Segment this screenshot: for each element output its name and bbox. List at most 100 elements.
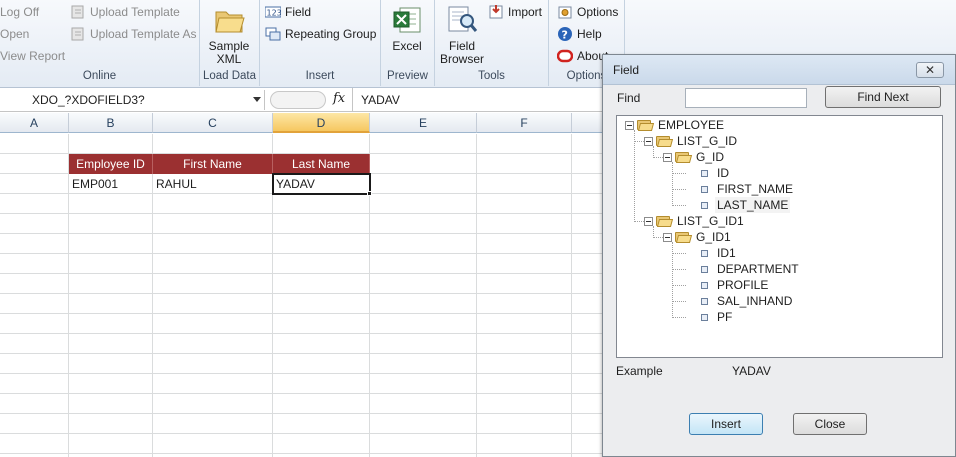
tree-line [672,317,686,318]
field-browser-text: Field Browser [439,39,484,66]
tree-leaf-id[interactable]: ID [701,165,731,181]
tree-node-label: LIST_G_ID1 [677,214,744,228]
group-insert-label: Insert [305,70,335,82]
folder-icon [637,119,655,131]
help-button[interactable]: ? Help [557,25,602,43]
view-report-label: View Report [0,49,66,63]
field-button[interactable]: 123 Field [264,3,311,21]
tree-node-label: EMPLOYEE [658,118,725,132]
folder-icon [675,151,693,163]
field-browser-button[interactable]: Field Browser [437,4,487,66]
options-button[interactable]: Options [557,3,618,21]
tree-leaf-sal-inhand[interactable]: SAL_INHAND [701,293,794,309]
collapse-toggle-icon[interactable] [644,216,653,226]
upload-template-label: Upload Template [90,5,180,19]
column-header-d[interactable]: D [273,113,370,133]
tree-line [672,205,686,206]
tree-leaf-department[interactable]: DEPARTMENT [701,261,801,277]
collapse-toggle-icon[interactable] [644,136,653,146]
view-report-button[interactable]: View Report [0,47,65,65]
about-button[interactable]: About [556,47,608,65]
field-tree[interactable]: EMPLOYEE LIST_G_ID G_ID ID FIRST_NAME LA… [616,115,943,358]
help-label: Help [577,27,602,41]
example-value: YADAV [732,364,771,378]
tree-leaf-first-name[interactable]: FIRST_NAME [701,181,795,197]
field-browser-label: Field Browser [437,40,487,66]
cell-b3[interactable]: EMP001 [69,174,153,194]
sample-xml-text: Sample XML [208,39,250,66]
svg-text:?: ? [562,29,568,42]
upload-template-button[interactable]: Upload Template [70,3,180,21]
excel-preview-button[interactable]: Excel [381,4,433,53]
tree-leaf-id1[interactable]: ID1 [701,245,738,261]
tree-line [672,189,686,190]
insert-button[interactable]: Insert [689,413,763,435]
field-leaf-icon [701,297,708,305]
sample-xml-label: Sample XML [200,40,258,66]
dialog-title: Field [613,63,640,77]
folder-icon [656,215,674,227]
folder-icon [675,231,693,243]
dialog-title-bar[interactable]: Field ✕ [603,55,955,85]
tree-node-list-g-id1[interactable]: LIST_G_ID1 [644,213,746,229]
tree-leaf-last-name[interactable]: LAST_NAME [701,197,791,213]
column-header-c[interactable]: C [153,113,273,133]
tree-leaf-label: FIRST_NAME [717,182,794,196]
tree-line [634,130,635,222]
find-input[interactable] [685,88,807,108]
find-label: Find [617,91,641,105]
tree-line [672,162,673,206]
group-online-label: Online [82,70,117,82]
collapse-toggle-icon[interactable] [625,120,634,130]
tree-node-employee[interactable]: EMPLOYEE [625,117,726,133]
tree-node-g-id[interactable]: G_ID [663,149,726,165]
repeating-group-button[interactable]: Repeating Group [265,25,376,43]
cell-b2[interactable]: Employee ID [69,154,153,174]
name-box[interactable]: XDO_?XDOFIELD3? [0,90,265,110]
column-header-b[interactable]: B [69,113,153,133]
open-button[interactable]: Open [0,25,29,43]
tree-leaf-label: PROFILE [717,278,769,292]
insert-function-icon[interactable]: fx [333,91,345,106]
field-leaf-icon [701,185,708,193]
upload-template-as-button[interactable]: Upload Template As [70,25,197,43]
group-tools-label: Tools [478,70,505,82]
tree-leaf-label: PF [717,310,733,324]
column-header-a[interactable]: A [0,113,69,133]
group-load-data-label: Load Data [202,70,257,82]
example-label: Example [616,364,663,378]
collapse-toggle-icon[interactable] [663,152,672,162]
tree-leaf-pf[interactable]: PF [701,309,734,325]
formula-bar-expander [270,91,326,109]
help-icon: ? [557,26,573,42]
cell-c3[interactable]: RAHUL [153,174,273,194]
collapse-toggle-icon[interactable] [663,232,672,242]
fill-handle[interactable] [367,191,372,196]
find-next-button[interactable]: Find Next [825,86,941,108]
tree-leaf-profile[interactable]: PROFILE [701,277,770,293]
upload-template-as-icon [70,26,86,42]
log-off-button[interactable]: Log Off [0,3,39,21]
tree-node-list-g-id[interactable]: LIST_G_ID [644,133,739,149]
upload-template-icon [70,4,86,20]
upload-template-as-label: Upload Template As [90,27,197,41]
field-123-icon: 123 [264,4,282,20]
name-box-dropdown-icon[interactable] [253,97,261,102]
tree-node-label: G_ID [696,150,725,164]
column-header-e[interactable]: E [370,113,477,133]
repeating-group-icon [265,26,281,42]
cell-c2[interactable]: First Name [153,154,273,174]
dialog-close-icon[interactable]: ✕ [916,62,944,78]
field-browser-icon [446,4,478,36]
import-button[interactable]: Import [488,3,542,21]
sample-xml-button[interactable]: Sample XML [200,4,258,66]
tree-leaf-label: DEPARTMENT [717,262,799,276]
folder-icon [656,135,674,147]
column-header-f[interactable]: F [477,113,572,133]
tree-line [672,269,686,270]
tree-leaf-label-selected: LAST_NAME [715,197,791,213]
cell-d2[interactable]: Last Name [273,154,370,174]
tree-node-g-id1[interactable]: G_ID1 [663,229,733,245]
field-leaf-icon [701,265,708,273]
close-button[interactable]: Close [793,413,867,435]
